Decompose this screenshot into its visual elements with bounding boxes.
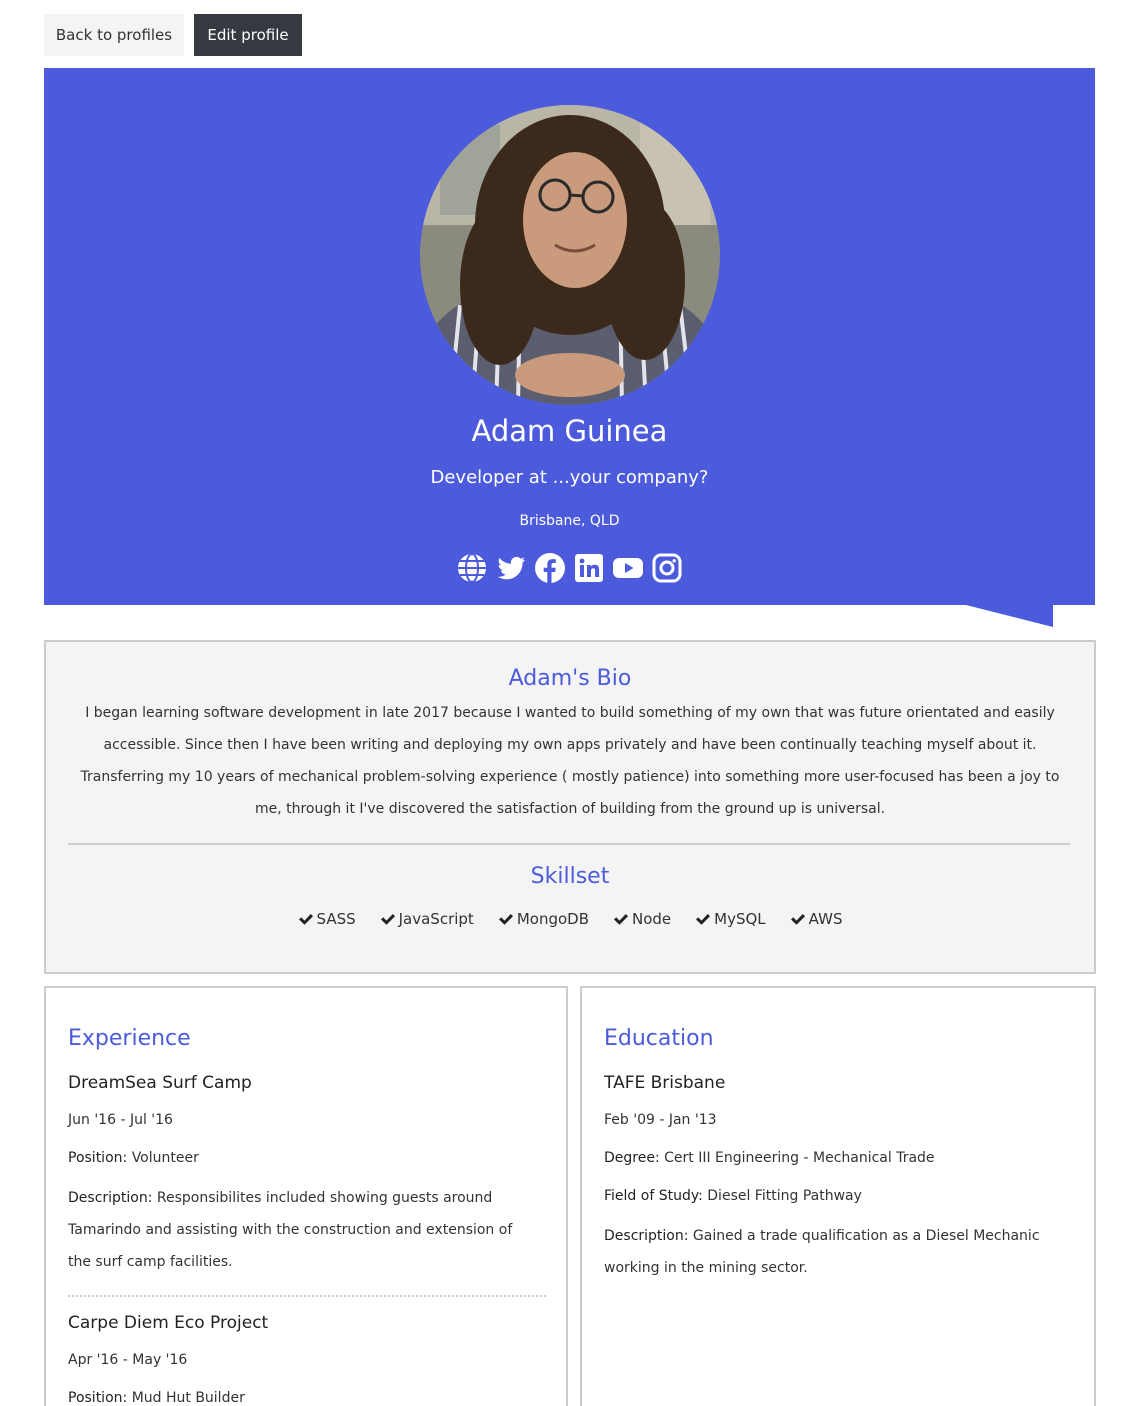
skill-item: MongoDB [498, 910, 589, 928]
skill-label: Node [632, 910, 672, 928]
degree-value: Cert III Engineering - Mechanical Trade [664, 1150, 935, 1166]
experience-dates: Apr '16 - May '16 [68, 1352, 188, 1368]
profile-status: Developer at ...your company? [430, 467, 709, 488]
education-field: Field of Study: Diesel Fitting Pathway [604, 1188, 862, 1204]
skill-item: Node [613, 910, 671, 928]
dotted-divider [68, 1295, 546, 1297]
divider [68, 843, 1070, 845]
skill-label: AWS [808, 910, 843, 928]
experience-description: Description: Responsibilites included sh… [68, 1182, 538, 1278]
position-label: Position: [68, 1390, 128, 1406]
skillset-title: Skillset [530, 864, 610, 889]
skill-item: MySQL [695, 910, 766, 928]
field-label: Field of Study: [604, 1188, 703, 1204]
position-label: Position: [68, 1150, 128, 1166]
avatar [420, 105, 720, 405]
header-tail-decoration [966, 605, 1053, 627]
experience-company: DreamSea Surf Camp [68, 1073, 252, 1093]
skill-label: MongoDB [516, 910, 589, 928]
degree-label: Degree: [604, 1150, 660, 1166]
bio-text: I began learning software development in… [80, 705, 1060, 817]
description-label: Description: [604, 1228, 689, 1244]
back-to-profiles-button[interactable]: Back to profiles [44, 14, 184, 56]
experience-card: Experience DreamSea Surf Camp Jun '16 - … [44, 986, 568, 1406]
social-links [44, 552, 1095, 584]
education-school: TAFE Brisbane [604, 1073, 726, 1093]
edit-profile-button[interactable]: Edit profile [194, 14, 302, 56]
position-value: Volunteer [131, 1150, 199, 1166]
check-icon [498, 914, 513, 925]
check-icon [380, 914, 395, 925]
bio-title: Adam's Bio [508, 666, 632, 691]
check-icon [696, 914, 711, 925]
experience-title: Experience [68, 1026, 191, 1051]
skill-label: JavaScript [398, 910, 474, 928]
education-dates: Feb '09 - Jan '13 [604, 1112, 717, 1128]
experience-dates: Jun '16 - Jul '16 [68, 1112, 173, 1128]
check-icon [298, 914, 313, 925]
instagram-icon[interactable] [651, 552, 683, 584]
twitter-icon[interactable] [495, 552, 527, 584]
skill-list: SASS JavaScript MongoDB Node MySQL AWS [46, 910, 1094, 928]
youtube-icon[interactable] [612, 552, 644, 584]
skill-label: MySQL [714, 910, 766, 928]
experience-company: Carpe Diem Eco Project [68, 1313, 269, 1333]
description-label: Description: [68, 1190, 153, 1206]
experience-position: Position: Mud Hut Builder [68, 1390, 245, 1406]
experience-position: Position: Volunteer [68, 1150, 199, 1166]
skill-label: SASS [316, 910, 356, 928]
profile-location: Brisbane, QLD [519, 513, 620, 529]
check-icon [790, 914, 805, 925]
globe-icon[interactable] [456, 552, 488, 584]
skill-item: SASS [298, 910, 356, 928]
education-title: Education [604, 1026, 714, 1051]
skill-item: AWS [790, 910, 843, 928]
education-degree: Degree: Cert III Engineering - Mechanica… [604, 1150, 935, 1166]
education-description: Description: Gained a trade qualificatio… [604, 1220, 1064, 1284]
field-value: Diesel Fitting Pathway [707, 1188, 862, 1204]
education-card: Education TAFE Brisbane Feb '09 - Jan '1… [580, 986, 1096, 1406]
profile-name: Adam Guinea [471, 414, 668, 448]
profile-header: Adam Guinea Developer at ...your company… [44, 68, 1095, 605]
check-icon [614, 914, 628, 925]
skill-item: JavaScript [380, 910, 474, 928]
position-value: Mud Hut Builder [131, 1390, 245, 1406]
linkedin-icon[interactable] [573, 552, 605, 584]
facebook-icon[interactable] [534, 552, 566, 584]
bio-section: Adam's Bio I began learning software dev… [44, 640, 1096, 974]
